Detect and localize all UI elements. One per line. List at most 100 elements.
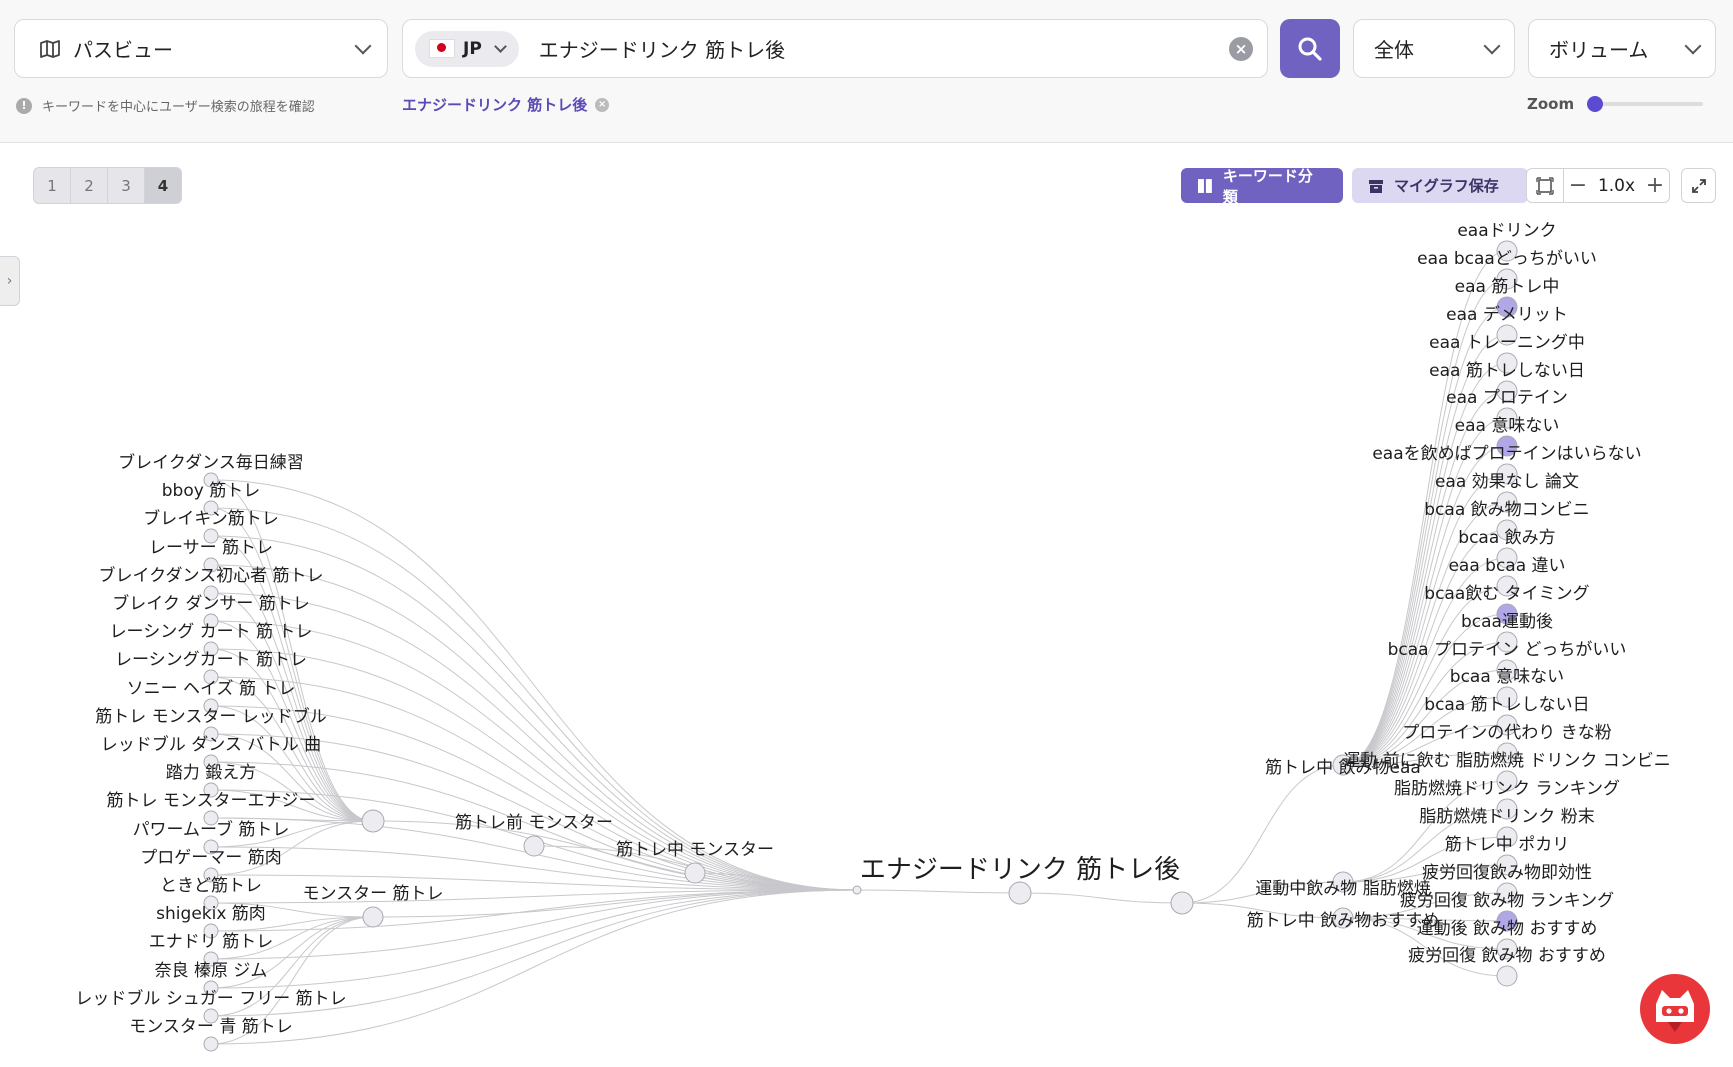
- level-tab-4[interactable]: 4: [145, 168, 181, 203]
- hub-node[interactable]: [684, 862, 706, 884]
- search-input[interactable]: エナジードリンク 筋トレ後: [539, 34, 1229, 63]
- leaf-keyword-label[interactable]: shigekix 筋肉: [156, 904, 266, 924]
- leaf-keyword-label[interactable]: eaa bcaaどっちがいい: [1417, 249, 1597, 269]
- leaf-keyword-label[interactable]: bcaa 意味ない: [1450, 667, 1564, 687]
- leaf-keyword-label[interactable]: 筋トレ モンスターエナジー: [106, 791, 315, 811]
- mascot-chat-icon[interactable]: [1640, 974, 1710, 1044]
- map-icon: [40, 39, 60, 58]
- country-code: JP: [463, 38, 482, 59]
- leaf-keyword-label[interactable]: レーシング カート 筋 トレ: [110, 622, 313, 642]
- active-keyword-tag[interactable]: エナジードリンク 筋トレ後 ×: [402, 94, 610, 115]
- leaf-keyword-label[interactable]: 踏力 鍛え方: [166, 763, 256, 783]
- chevron-down-icon: [1483, 37, 1501, 54]
- leaf-keyword-label[interactable]: 疲労回復飲み物即効性: [1422, 863, 1592, 883]
- connector-node[interactable]: [852, 885, 862, 895]
- leaf-keyword-label[interactable]: モンスター 青 筋トレ: [129, 1017, 292, 1037]
- keyword-path-graph[interactable]: エナジードリンク 筋トレ後 筋トレ前 モンスター筋トレ中 モンスターモンスター 筋…: [0, 142, 1733, 1067]
- leaf-keyword-label[interactable]: bboy 筋トレ: [162, 481, 260, 501]
- scope-selector[interactable]: 全体: [1353, 19, 1515, 78]
- hub-keyword-label[interactable]: モンスター 筋トレ: [302, 884, 443, 904]
- level-tab-2[interactable]: 2: [71, 168, 108, 203]
- zoom-out-button[interactable]: −: [1564, 173, 1592, 198]
- zoom-control: − 1.0x +: [1526, 168, 1670, 203]
- leaf-keyword-label[interactable]: 脂肪燃焼ドリンク 粉末: [1419, 807, 1594, 827]
- leaf-keyword-label[interactable]: eaa bcaa 違い: [1448, 556, 1565, 576]
- hub-node[interactable]: [361, 809, 385, 833]
- archive-icon: [1369, 179, 1383, 193]
- leaf-keyword-label[interactable]: eaa デメリット: [1446, 304, 1568, 325]
- metric-label: ボリューム: [1549, 38, 1649, 62]
- leaf-keyword-label[interactable]: eaa 筋トレ中: [1455, 277, 1560, 297]
- level-tab-3[interactable]: 3: [108, 168, 145, 203]
- leaf-keyword-label[interactable]: ときど筋トレ: [160, 876, 262, 896]
- sidebar-toggle-icon[interactable]: ›: [0, 256, 20, 306]
- zoom-slider[interactable]: [1587, 96, 1703, 112]
- leaf-keyword-label[interactable]: ブレイク ダンサー 筋トレ: [112, 593, 309, 614]
- zoom-label: Zoom: [1527, 95, 1575, 113]
- level-tab-1[interactable]: 1: [34, 168, 71, 203]
- leaf-keyword-label[interactable]: 脂肪燃焼ドリンク ランキング: [1394, 779, 1620, 799]
- hub-node[interactable]: [362, 906, 384, 928]
- leaf-keyword-label[interactable]: ブレイキン筋トレ: [143, 508, 279, 529]
- leaf-keyword-label[interactable]: レッドブル シュガー フリー 筋トレ: [75, 988, 346, 1009]
- leaf-keyword-label[interactable]: ブレイクダンス初心者 筋トレ: [98, 565, 323, 586]
- leaf-keyword-label[interactable]: パワームーブ 筋トレ: [133, 819, 290, 840]
- leaf-keyword-label[interactable]: eaa 意味ない: [1455, 416, 1560, 436]
- depth-level-tabs: 1 2 3 4: [33, 167, 182, 204]
- fit-to-screen-icon[interactable]: [1527, 169, 1564, 202]
- leaf-keyword-label[interactable]: レッドブル ダンス バトル 曲: [101, 734, 321, 755]
- fullscreen-icon[interactable]: [1681, 168, 1716, 203]
- leaf-keyword-label[interactable]: eaaを飲めばプロテインはいらない: [1372, 444, 1641, 464]
- leaf-keyword-label[interactable]: bcaa 筋トレしない日: [1424, 695, 1589, 715]
- center-node[interactable]: [1008, 881, 1032, 905]
- leaf-keyword-label[interactable]: プロゲーマー 筋肉: [140, 848, 281, 868]
- keyword-classify-button[interactable]: キーワード分類: [1181, 167, 1343, 206]
- leaf-keyword-label[interactable]: bcaa飲む タイミング: [1424, 584, 1589, 604]
- save-graph-button[interactable]: マイグラフ保存: [1352, 168, 1528, 203]
- leaf-keyword-label[interactable]: eaa 効果なし 論文: [1435, 472, 1579, 492]
- leaf-keyword-label[interactable]: 筋トレ モンスター レッドブル: [95, 706, 326, 727]
- view-selector[interactable]: パスビュー: [14, 19, 388, 78]
- leaf-keyword-label[interactable]: 奈良 榛原 ジム: [155, 961, 268, 981]
- leaf-keyword-label[interactable]: eaa 筋トレしない日: [1429, 361, 1585, 381]
- zoom-in-button[interactable]: +: [1641, 173, 1669, 198]
- chevron-down-icon: [493, 40, 507, 53]
- zoom-slider-handle[interactable]: [1587, 96, 1604, 112]
- leaf-keyword-label[interactable]: bcaa 飲み物コンビニ: [1424, 500, 1589, 520]
- leaf-keyword-label[interactable]: 疲労回復 飲み物 おすすめ: [1408, 946, 1606, 966]
- clear-icon[interactable]: ×: [1229, 36, 1253, 61]
- leaf-keyword-label[interactable]: ブレイクダンス毎日練習: [118, 452, 304, 473]
- leaf-keyword-label[interactable]: ソニー ヘイズ 筋 トレ: [127, 679, 296, 699]
- leaf-keyword-label[interactable]: 筋トレ中 ポカリ: [1445, 835, 1569, 855]
- remove-tag-icon[interactable]: ×: [595, 97, 610, 112]
- leaf-node[interactable]: [1496, 965, 1518, 987]
- leaf-keyword-label[interactable]: 運動後 飲み物 おすすめ: [1417, 919, 1598, 939]
- leaf-keyword-label[interactable]: 疲労回復 飲み物 ランキング: [1400, 891, 1614, 911]
- leaf-keyword-label[interactable]: レーサー 筋トレ: [149, 538, 273, 558]
- info-icon: !: [16, 97, 32, 114]
- chevron-down-icon: [354, 37, 372, 54]
- hub-keyword-label[interactable]: 筋トレ中 飲み物おすすめ: [1247, 911, 1439, 931]
- leaf-keyword-label[interactable]: eaa トレーニング中: [1429, 333, 1585, 353]
- country-selector[interactable]: JP: [415, 30, 519, 67]
- center-keyword-label[interactable]: エナジードリンク 筋トレ後: [860, 855, 1180, 885]
- search-button[interactable]: [1280, 19, 1340, 78]
- leaf-keyword-label[interactable]: bcaa運動後: [1461, 612, 1553, 632]
- leaf-keyword-label[interactable]: エナドリ 筋トレ: [149, 932, 273, 952]
- metric-selector[interactable]: ボリューム: [1528, 19, 1716, 78]
- leaf-keyword-label[interactable]: プロテインの代わり きな粉: [1402, 723, 1611, 743]
- hub-keyword-label[interactable]: 筋トレ中 モンスター: [616, 840, 774, 860]
- hub-node[interactable]: [523, 835, 545, 857]
- keyword-classify-label: キーワード分類: [1222, 166, 1313, 206]
- leaf-keyword-label[interactable]: bcaa プロテイン どっちがいい: [1388, 640, 1627, 660]
- leaf-node[interactable]: [203, 1036, 219, 1052]
- leaf-keyword-label[interactable]: bcaa 飲み方: [1458, 528, 1555, 548]
- leaf-keyword-label[interactable]: eaa プロテイン: [1446, 388, 1568, 408]
- search-icon: [1298, 37, 1322, 61]
- leaf-keyword-label[interactable]: レーシングカート 筋トレ: [115, 650, 307, 670]
- leaf-keyword-label[interactable]: 運動 前に飲む 脂肪燃焼 ドリンク コンビニ: [1343, 751, 1671, 771]
- hub-keyword-label[interactable]: 筋トレ前 モンスター: [455, 813, 613, 833]
- edge-center-right: [1019, 892, 1183, 904]
- leaf-keyword-label[interactable]: eaaドリンク: [1457, 221, 1556, 241]
- hub-node[interactable]: [1170, 891, 1194, 915]
